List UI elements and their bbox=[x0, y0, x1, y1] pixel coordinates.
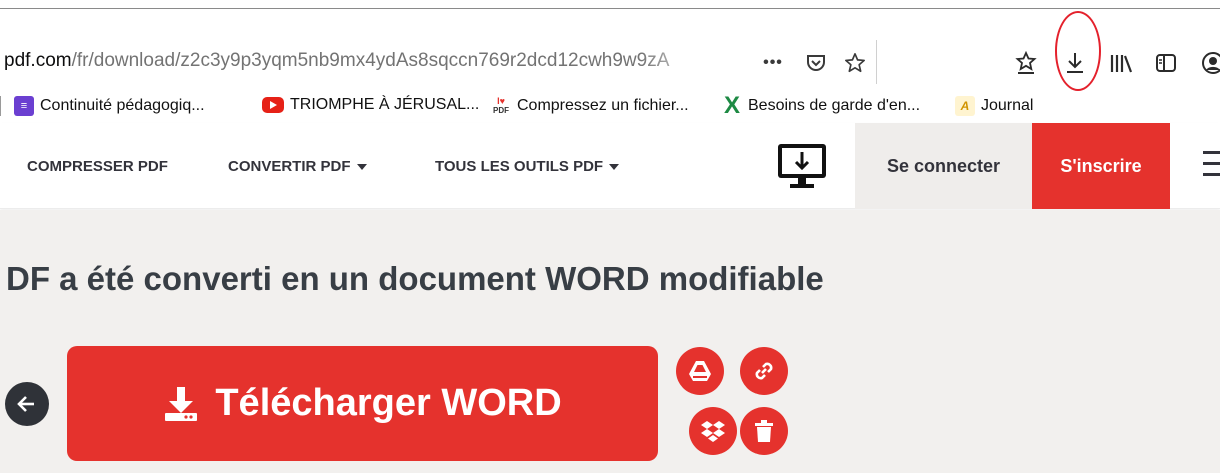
caret-down-icon bbox=[356, 163, 367, 170]
download-word-button[interactable]: Télécharger WORD bbox=[67, 346, 658, 461]
sidebar-icon[interactable] bbox=[1151, 48, 1181, 78]
delete-button[interactable] bbox=[740, 407, 788, 455]
bookmark-besoins[interactable]: X Besoins de garde d'en... bbox=[722, 92, 921, 119]
menu-icon[interactable] bbox=[1203, 151, 1220, 179]
link-icon bbox=[755, 362, 773, 380]
youtube-icon bbox=[262, 97, 284, 113]
bookmark-divider bbox=[0, 96, 8, 116]
excel-icon: X bbox=[723, 92, 740, 119]
bookmark-triomphe[interactable]: TRIOMPHE À JÉRUSAL... bbox=[262, 96, 479, 114]
bookmark-compressez[interactable]: I♥ PDF Compressez un fichier... bbox=[491, 96, 689, 116]
window-divider bbox=[0, 8, 1220, 9]
url-host: pdf.com bbox=[4, 50, 72, 71]
page-title: DF a été converti en un document WORD mo… bbox=[6, 260, 824, 297]
pocket-icon[interactable] bbox=[803, 50, 829, 76]
site-navbar: COMPRESSER PDF CONVERTIR PDF TOUS LES OU… bbox=[0, 123, 1220, 209]
bookmark-label: Compressez un fichier... bbox=[517, 97, 689, 114]
google-drive-button[interactable] bbox=[676, 347, 724, 395]
nav-label: TOUS LES OUTILS PDF bbox=[435, 158, 604, 175]
bookmark-label: Journal bbox=[981, 97, 1034, 114]
login-button[interactable]: Se connecter bbox=[855, 123, 1032, 209]
nav-compress-pdf[interactable]: COMPRESSER PDF bbox=[27, 158, 168, 175]
trash-icon bbox=[755, 420, 773, 442]
bookmark-continuite[interactable]: ≡ Continuité pédagogiq... bbox=[0, 96, 205, 116]
url-path: /fr/download/z2c3y9p3yqm5nb9mx4ydAs8sqcc… bbox=[71, 50, 670, 71]
dropbox-button[interactable] bbox=[689, 407, 737, 455]
back-button[interactable] bbox=[5, 382, 49, 426]
caret-down-icon bbox=[609, 163, 620, 170]
download-label: Télécharger WORD bbox=[215, 382, 562, 424]
google-drive-icon bbox=[689, 361, 711, 381]
journal-icon: A bbox=[955, 96, 975, 116]
library-icon[interactable] bbox=[1106, 48, 1136, 78]
bookmark-label: TRIOMPHE À JÉRUSAL... bbox=[290, 96, 480, 113]
bookmark-label: Continuité pédagogiq... bbox=[40, 97, 205, 114]
browser-window: pdf.com/fr/download/z2c3y9p3yqm5nb9mx4yd… bbox=[0, 0, 1220, 473]
bookmark-journal[interactable]: A Journal bbox=[955, 96, 1033, 116]
more-icon[interactable]: ••• bbox=[760, 50, 786, 76]
signup-button[interactable]: S'inscrire bbox=[1032, 123, 1170, 209]
list-icon: ≡ bbox=[14, 96, 34, 116]
main-content: DF a été converti en un document WORD mo… bbox=[0, 210, 1220, 473]
reader-mode-icon[interactable] bbox=[1011, 48, 1041, 78]
annotation-circle bbox=[1055, 11, 1101, 91]
dropbox-icon bbox=[701, 421, 725, 442]
url-fade bbox=[640, 44, 720, 80]
nav-label: COMPRESSER PDF bbox=[27, 158, 168, 175]
account-icon[interactable] bbox=[1198, 48, 1220, 78]
url-bar[interactable]: pdf.com/fr/download/z2c3y9p3yqm5nb9mx4yd… bbox=[0, 40, 877, 84]
desktop-app-icon[interactable] bbox=[776, 142, 828, 190]
download-icon bbox=[165, 386, 198, 421]
ilovepdf-icon: I♥ PDF bbox=[493, 96, 509, 116]
url-text[interactable]: pdf.com/fr/download/z2c3y9p3yqm5nb9mx4yd… bbox=[4, 50, 669, 72]
arrow-left-icon bbox=[17, 396, 34, 412]
bookmark-star-icon[interactable] bbox=[842, 50, 868, 76]
nav-all-tools[interactable]: TOUS LES OUTILS PDF bbox=[435, 158, 620, 175]
bookmarks-toolbar: ≡ Continuité pédagogiq... TRIOMPHE À JÉR… bbox=[0, 90, 1220, 122]
copy-link-button[interactable] bbox=[740, 347, 788, 395]
nav-label: CONVERTIR PDF bbox=[228, 158, 351, 175]
nav-convert-pdf[interactable]: CONVERTIR PDF bbox=[228, 158, 367, 175]
bookmark-label: Besoins de garde d'en... bbox=[748, 97, 921, 114]
